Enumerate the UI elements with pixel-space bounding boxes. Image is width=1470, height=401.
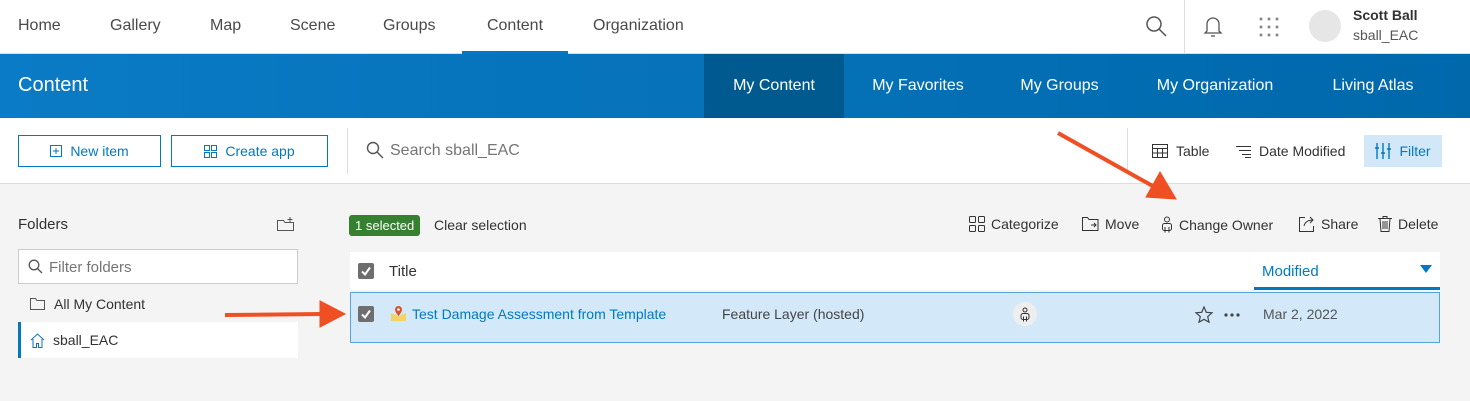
delete-button[interactable]: Delete (1378, 216, 1438, 232)
content-header: Content My Content My Favorites My Group… (0, 54, 1470, 118)
divider (1127, 128, 1128, 174)
table-view-button[interactable]: Table (1152, 135, 1209, 167)
user-username: sball_EAC (1353, 27, 1419, 43)
divider (1184, 0, 1185, 54)
tab-my-organization[interactable]: My Organization (1127, 54, 1303, 118)
nav-groups[interactable]: Groups (383, 0, 435, 54)
sort-icon (1236, 145, 1251, 158)
sort-desc-icon (1420, 265, 1432, 273)
top-navigation: Home Gallery Map Scene Groups Content Or… (0, 0, 1470, 54)
change-owner-button[interactable]: Change Owner (1161, 216, 1273, 233)
filter-sliders-icon (1375, 143, 1392, 159)
nav-organization[interactable]: Organization (593, 0, 684, 54)
app-launcher-icon[interactable] (1258, 16, 1280, 38)
tab-my-favorites[interactable]: My Favorites (844, 54, 992, 118)
action-label: Delete (1398, 216, 1439, 232)
plus-square-icon (50, 145, 63, 157)
avatar[interactable] (1309, 10, 1341, 42)
favorite-star-icon[interactable] (1195, 306, 1213, 323)
folder-label: sball_EAC (53, 332, 119, 348)
folder-icon (30, 298, 45, 310)
sort-label: Date Modified (1259, 143, 1346, 159)
more-options-icon[interactable] (1224, 313, 1240, 317)
share-button[interactable]: Share (1299, 216, 1358, 232)
folder-item-sball-eac[interactable]: sball_EAC (18, 322, 298, 358)
item-title-link[interactable]: Test Damage Assessment from Template (412, 306, 666, 322)
move-button[interactable]: Move (1082, 216, 1139, 232)
owner-badge-icon (1013, 302, 1037, 326)
action-label: Share (1321, 216, 1359, 232)
sort-button[interactable]: Date Modified (1236, 135, 1345, 167)
filter-button[interactable]: Filter (1364, 135, 1442, 167)
selected-count-badge: 1 selected (349, 215, 421, 236)
folder-item-all-my-content[interactable]: All My Content (18, 288, 298, 320)
categorize-button[interactable]: Categorize (969, 216, 1059, 232)
search-icon (366, 141, 384, 159)
search-icon[interactable] (1145, 15, 1167, 37)
create-app-label: Create app (225, 143, 295, 159)
grid-icon (204, 144, 218, 158)
nav-content[interactable]: Content (462, 0, 568, 54)
filter-folders-field[interactable] (18, 249, 298, 284)
modified-label: Modified (1262, 263, 1319, 280)
modified-column-header[interactable]: Modified (1254, 252, 1440, 290)
action-label: Categorize (991, 216, 1059, 232)
divider (347, 128, 348, 174)
categorize-icon (969, 216, 985, 232)
new-item-button[interactable]: New item (18, 135, 161, 167)
title-column-header[interactable]: Title (389, 263, 417, 280)
filter-label: Filter (1399, 143, 1431, 159)
feature-layer-icon (391, 305, 406, 321)
bell-icon[interactable] (1203, 15, 1223, 37)
nav-home[interactable]: Home (18, 0, 61, 54)
move-folder-icon (1082, 217, 1099, 231)
folder-label: All My Content (54, 296, 146, 312)
page-title: Content (18, 74, 89, 96)
tab-living-atlas[interactable]: Living Atlas (1303, 54, 1443, 118)
search-input[interactable] (390, 136, 1090, 166)
user-icon (1161, 216, 1173, 233)
table-row[interactable]: Test Damage Assessment from Template Fea… (350, 292, 1440, 343)
row-checkbox[interactable] (358, 306, 374, 322)
table-label: Table (1176, 143, 1210, 159)
filter-folders-input[interactable] (49, 256, 289, 278)
action-label: Change Owner (1179, 216, 1274, 233)
table-header: Title Modified (350, 252, 1440, 290)
nav-gallery[interactable]: Gallery (110, 0, 161, 54)
clear-selection-link[interactable]: Clear selection (434, 217, 527, 233)
search-icon (28, 259, 43, 274)
action-label: Move (1105, 216, 1140, 232)
home-icon (30, 332, 45, 348)
item-type: Feature Layer (hosted) (722, 306, 865, 322)
tab-my-content[interactable]: My Content (704, 54, 844, 118)
toolbar: New item Create app Table Date Modified … (0, 118, 1470, 184)
folders-heading: Folders (18, 216, 69, 233)
item-modified-date: Mar 2, 2022 (1263, 306, 1338, 322)
table-icon (1152, 144, 1168, 158)
select-all-checkbox[interactable] (358, 263, 374, 279)
share-icon (1299, 216, 1315, 232)
trash-icon (1378, 216, 1392, 232)
nav-scene[interactable]: Scene (290, 0, 335, 54)
new-folder-icon[interactable] (277, 217, 294, 231)
create-app-button[interactable]: Create app (171, 135, 328, 167)
user-name[interactable]: Scott Ball (1353, 7, 1418, 23)
nav-map[interactable]: Map (210, 0, 241, 54)
new-item-label: New item (70, 143, 129, 159)
tab-my-groups[interactable]: My Groups (992, 54, 1127, 118)
